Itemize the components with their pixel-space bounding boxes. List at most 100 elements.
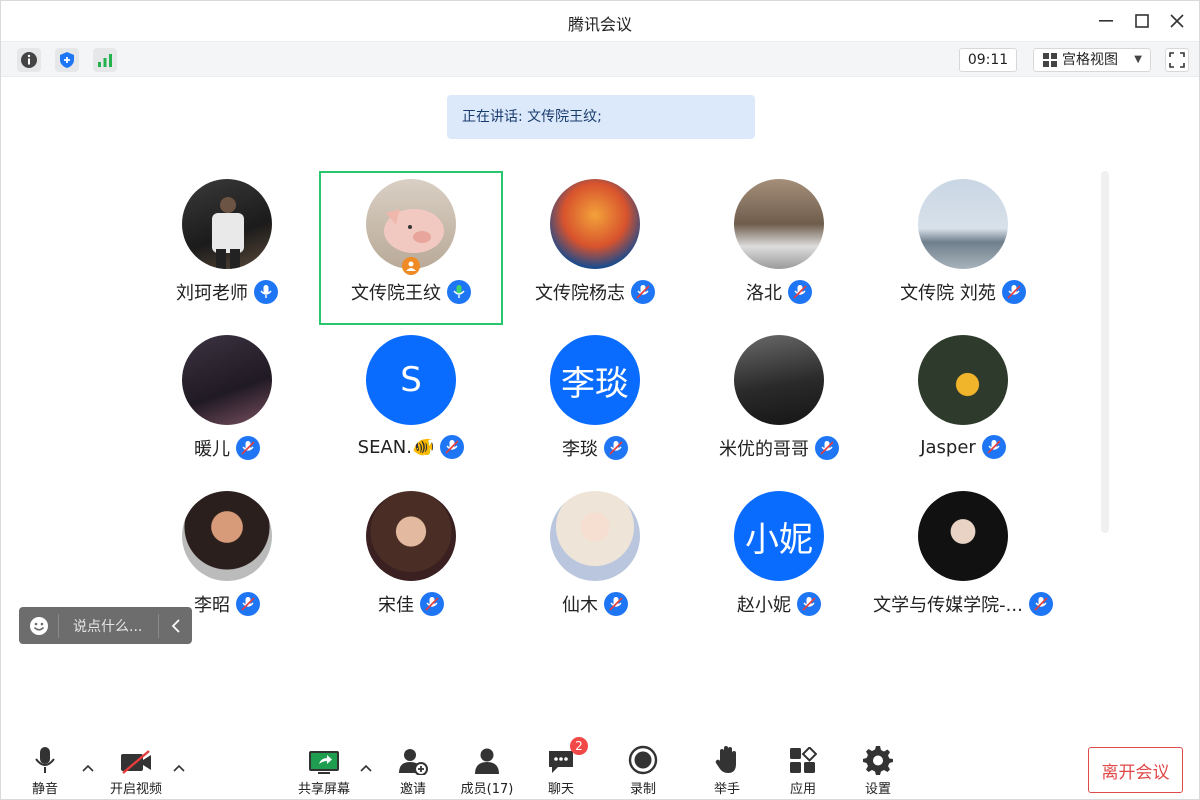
participant-name-row: 米优的哥哥	[687, 435, 871, 461]
avatar	[550, 491, 640, 581]
participant-name: 暖儿	[194, 439, 230, 460]
participant-name: SEAN.🐠	[357, 436, 435, 458]
participant-name-row: 文传院杨志	[503, 279, 687, 305]
mic-muted-icon	[1028, 592, 1053, 616]
window-title: 腾讯会议	[567, 15, 632, 34]
invite-label: 邀请	[399, 782, 426, 797]
chat-composer[interactable]: 说点什么...	[19, 607, 192, 644]
avatar	[918, 491, 1008, 581]
meeting-window: 腾讯会议 09:11 宫格视图 ▼ 正在讲话: 文传院王纹; 刘珂老师 文传院王…	[0, 0, 1200, 800]
participant-name: 文传院杨志	[535, 283, 625, 304]
members-label: 成员(17)	[460, 782, 514, 797]
participant-tile[interactable]: 文传院 刘苑	[871, 171, 1055, 325]
members-button[interactable]: 成员(17)	[452, 741, 522, 797]
participant-name-row: 洛北	[687, 279, 871, 305]
host-badge-icon	[402, 257, 420, 275]
close-icon	[1170, 14, 1184, 28]
avatar-letter: S	[366, 335, 456, 425]
settings-button[interactable]: 设置	[843, 741, 913, 797]
minimize-icon	[1099, 20, 1113, 22]
invite-button[interactable]: 邀请	[378, 741, 448, 797]
share-label: 共享屏幕	[297, 782, 350, 797]
camera-off-icon	[121, 750, 151, 774]
participant-name: 米优的哥哥	[719, 439, 809, 460]
participant-name: 赵小妮	[737, 595, 791, 616]
participant-tile[interactable]: S SEAN.🐠	[319, 327, 503, 481]
participant-name: 洛北	[746, 283, 782, 304]
emoji-icon[interactable]	[19, 613, 59, 638]
network-signal-button[interactable]	[93, 48, 117, 72]
fullscreen-button[interactable]	[1165, 48, 1189, 72]
members-icon	[475, 748, 499, 774]
meeting-toolbar: 09:11 宫格视图 ▼	[1, 41, 1199, 77]
avatar	[182, 335, 272, 425]
fullscreen-icon	[1169, 52, 1185, 68]
participant-tile[interactable]: 刘珂老师	[135, 171, 319, 325]
security-button[interactable]	[55, 48, 79, 72]
participant-name: 李昭	[194, 595, 230, 616]
view-mode-label: 宫格视图	[1062, 52, 1118, 68]
avatar-letter: 李琰	[550, 335, 640, 425]
shield-icon	[60, 52, 74, 68]
participant-name: 宋佳	[378, 595, 414, 616]
apps-icon	[790, 747, 817, 773]
participant-tile[interactable]: 宋佳	[319, 483, 503, 637]
chat-button[interactable]: 2 聊天	[526, 737, 596, 797]
participant-name-row: 文传院王纹	[321, 279, 501, 305]
add-user-icon	[399, 749, 428, 775]
audio-options-chevron-icon[interactable]	[79, 759, 97, 777]
participant-name-row: 暖儿	[135, 435, 319, 461]
mic-muted-icon	[236, 592, 260, 616]
participant-tile-speaking[interactable]: 文传院王纹	[319, 171, 503, 325]
apps-label: 应用	[789, 782, 816, 797]
mic-muted-icon	[420, 592, 444, 616]
participant-tile[interactable]: 洛北	[687, 171, 871, 325]
mic-icon	[254, 280, 278, 304]
title-bar: 腾讯会议	[1, 1, 1199, 41]
chevron-left-icon[interactable]	[158, 613, 192, 638]
avatar	[366, 179, 456, 269]
mic-muted-icon	[236, 436, 260, 460]
participant-tile[interactable]: 米优的哥哥	[687, 327, 871, 481]
participant-name: 仙木	[562, 595, 598, 616]
participant-tile[interactable]: Jasper	[871, 327, 1055, 481]
minimize-button[interactable]	[1094, 9, 1118, 33]
leave-meeting-button[interactable]: 离开会议	[1088, 747, 1183, 793]
close-button[interactable]	[1165, 9, 1189, 33]
grid-view-icon	[1043, 53, 1057, 67]
microphone-icon	[35, 747, 55, 773]
avatar	[182, 491, 272, 581]
grid-scrollbar[interactable]	[1101, 171, 1109, 533]
chat-input-placeholder[interactable]: 说点什么...	[59, 616, 158, 636]
view-mode-select[interactable]: 宫格视图 ▼	[1033, 48, 1151, 72]
maximize-icon	[1135, 14, 1149, 28]
mic-muted-icon	[604, 592, 628, 616]
start-video-button[interactable]: 开启视频	[101, 741, 171, 797]
participant-tile[interactable]: 暖儿	[135, 327, 319, 481]
participant-name-row: 仙木	[503, 591, 687, 617]
meeting-info-button[interactable]	[17, 48, 41, 72]
mute-button[interactable]: 静音	[10, 741, 80, 797]
participant-name-row: Jasper	[871, 435, 1055, 459]
share-screen-button[interactable]: 共享屏幕	[289, 741, 359, 797]
participant-tile[interactable]: 仙木	[503, 483, 687, 637]
participant-tile[interactable]: 小妮 赵小妮	[687, 483, 871, 637]
avatar	[918, 179, 1008, 269]
participant-name: 李琰	[562, 439, 598, 460]
participant-tile[interactable]: 文学与传媒学院-...	[871, 483, 1055, 637]
maximize-button[interactable]	[1130, 9, 1154, 33]
participant-name-row: 宋佳	[319, 591, 503, 617]
chevron-down-icon: ▼	[1134, 54, 1142, 65]
apps-button[interactable]: 应用	[768, 741, 838, 797]
chat-label: 聊天	[547, 782, 574, 797]
participant-name-row: 赵小妮	[687, 591, 871, 617]
participant-tile[interactable]: 李琰 李琰	[503, 327, 687, 481]
record-button[interactable]: 录制	[608, 741, 678, 797]
share-options-chevron-icon[interactable]	[357, 759, 375, 777]
participant-name-row: 文学与传媒学院-...	[871, 591, 1055, 617]
participant-name-row: 李琰	[503, 435, 687, 461]
video-options-chevron-icon[interactable]	[170, 759, 188, 777]
participant-name-row: 刘珂老师	[135, 279, 319, 305]
participant-tile[interactable]: 文传院杨志	[503, 171, 687, 325]
raise-hand-button[interactable]: 举手	[692, 741, 762, 797]
